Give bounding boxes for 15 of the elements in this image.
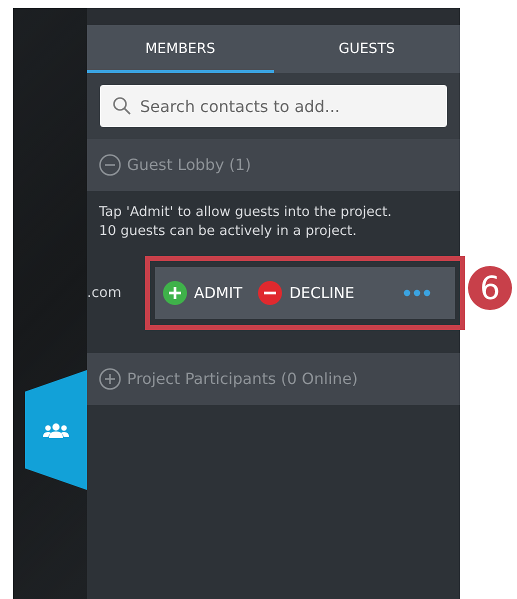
search-field[interactable]: Search contacts to add... bbox=[100, 85, 447, 127]
more-icon bbox=[403, 289, 431, 297]
admit-button[interactable]: ADMIT bbox=[163, 281, 242, 305]
minus-icon bbox=[258, 281, 282, 305]
guest-email: .com bbox=[87, 285, 122, 301]
section-title: Project Participants (0 Online) bbox=[127, 370, 358, 388]
tab[interactable]: GUESTS bbox=[274, 25, 460, 73]
section-title: Guest Lobby (1) bbox=[127, 156, 252, 174]
callout-number: 6 bbox=[468, 266, 512, 310]
people-icon bbox=[43, 422, 69, 438]
search-icon bbox=[112, 96, 132, 116]
plus-icon bbox=[163, 281, 187, 305]
lobby-instructions: Tap 'Admit' to allow guests into the project. 10 guests can be actively in a project. bbox=[98, 203, 393, 241]
more-button[interactable] bbox=[403, 289, 431, 297]
decline-button[interactable]: DECLINE bbox=[258, 281, 354, 305]
